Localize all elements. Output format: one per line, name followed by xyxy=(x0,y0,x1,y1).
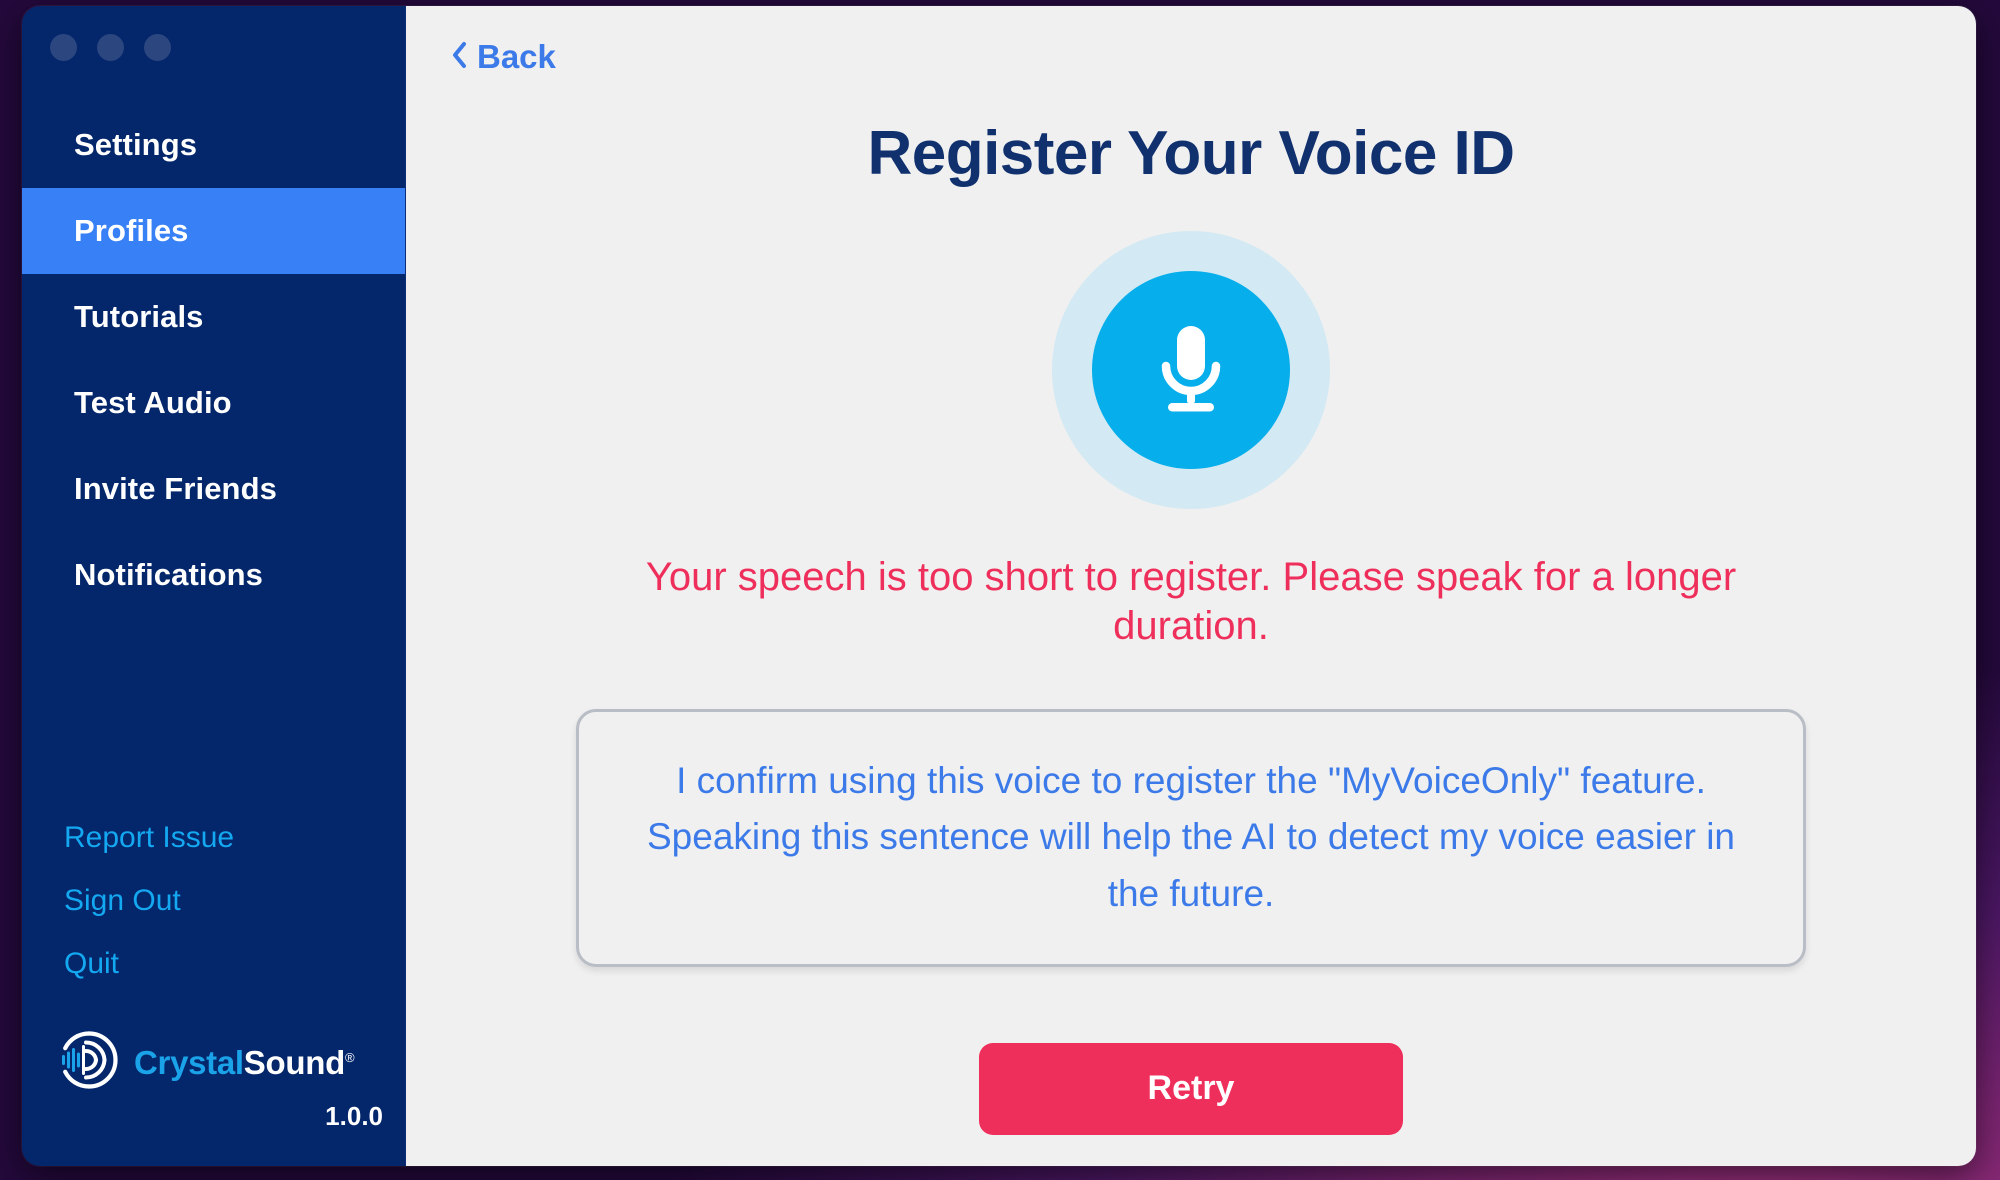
app-version: 1.0.0 xyxy=(325,1101,383,1131)
window-controls xyxy=(22,6,405,80)
sidebar-item-label: Settings xyxy=(74,127,198,162)
microphone-icon xyxy=(1142,314,1240,427)
brand-wordmark: CrystalSound® xyxy=(134,1043,355,1082)
quit-link[interactable]: Quit xyxy=(64,933,119,996)
page-title: Register Your Voice ID xyxy=(867,119,1515,188)
maximize-window-button[interactable] xyxy=(144,34,171,61)
brand-block: CrystalSound® 1.0.0 xyxy=(22,1018,405,1166)
sidebar-item-notifications[interactable]: Notifications xyxy=(22,532,405,618)
main-content: Back Register Your Voice ID Your speech … xyxy=(406,6,1976,1166)
sidebar-nav: Settings Profiles Tutorials Test Audio I… xyxy=(22,102,405,618)
sidebar-item-label: Notifications xyxy=(74,557,264,592)
microphone-halo xyxy=(1052,231,1330,509)
sign-out-link[interactable]: Sign Out xyxy=(64,870,181,933)
brand-name-sound: Sound xyxy=(243,1043,345,1081)
microphone-button[interactable] xyxy=(1092,271,1290,469)
minimize-window-button[interactable] xyxy=(97,34,124,61)
confirmation-phrase-text: I confirm using this voice to register t… xyxy=(647,760,1735,914)
retry-button[interactable]: Retry xyxy=(979,1042,1403,1135)
sidebar-item-settings[interactable]: Settings xyxy=(22,102,405,188)
sound-wave-circle-icon xyxy=(56,1028,122,1097)
brand-name-crystal: Crystal xyxy=(134,1043,244,1081)
sidebar-item-label: Test Audio xyxy=(74,385,232,420)
registered-trademark-icon: ® xyxy=(344,1049,355,1065)
sidebar-item-invite-friends[interactable]: Invite Friends xyxy=(22,446,405,532)
confirmation-phrase-box: I confirm using this voice to register t… xyxy=(576,708,1806,967)
sidebar-item-profiles[interactable]: Profiles xyxy=(22,188,405,274)
chevron-left-icon xyxy=(450,40,468,75)
close-window-button[interactable] xyxy=(50,34,77,61)
back-button[interactable]: Back xyxy=(450,38,556,76)
back-button-label: Back xyxy=(477,38,556,75)
report-issue-link[interactable]: Report Issue xyxy=(64,807,234,870)
sidebar-item-label: Invite Friends xyxy=(74,471,277,506)
sidebar-item-label: Profiles xyxy=(74,213,189,248)
sidebar-item-test-audio[interactable]: Test Audio xyxy=(22,360,405,446)
desktop-backdrop: Settings Profiles Tutorials Test Audio I… xyxy=(0,0,2000,1180)
sidebar: Settings Profiles Tutorials Test Audio I… xyxy=(22,6,406,1166)
error-message: Your speech is too short to register. Pl… xyxy=(645,555,1737,648)
app-window: Settings Profiles Tutorials Test Audio I… xyxy=(22,6,1976,1166)
sidebar-item-label: Tutorials xyxy=(74,299,204,334)
sidebar-footer-links: Report Issue Sign Out Quit xyxy=(22,807,405,1018)
sidebar-item-tutorials[interactable]: Tutorials xyxy=(22,274,405,360)
